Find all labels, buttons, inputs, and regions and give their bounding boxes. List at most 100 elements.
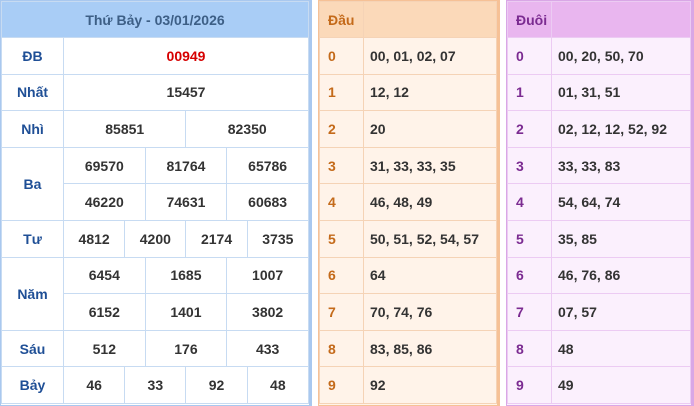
prize-row-db: ĐB 00949 [1,37,309,75]
head-digit-values: 83, 85, 86 [363,329,497,368]
tail-digit-row: 4 54, 64, 74 [507,183,691,221]
head-digit-row: 8 83, 85, 86 [319,329,497,368]
head-digit-row: 2 20 [319,110,497,148]
head-digit-digit: 3 [319,146,364,185]
prize-value-bay: 48 [246,366,310,404]
tail-digit-values: 46, 76, 86 [551,256,691,295]
prize-value-nam: 6454 [63,256,146,295]
prize-value-ba: 65786 [226,146,309,185]
tail-digit-digit: 6 [507,256,552,295]
prize-label-nam: Năm [1,256,64,331]
prize-value-bay: 92 [185,366,248,404]
prize-value-ba: 74631 [144,183,228,221]
prize-value-nam: 6152 [63,293,146,331]
prize-value-ba: 81764 [144,146,228,185]
prize-value-nhi: 85851 [62,110,187,148]
prize-row-nhi: Nhì 85851 82350 [1,110,309,148]
prize-value-nam: 1401 [144,293,228,331]
head-digit-values: 50, 51, 52, 54, 57 [363,219,497,258]
tail-digit-digit: 9 [507,366,552,404]
tail-digit-row: 0 00, 20, 50, 70 [507,37,691,75]
head-digit-row: 9 92 [319,366,497,404]
tail-digit-values: 01, 31, 51 [551,73,691,112]
prize-label-nhat: Nhất [1,73,64,112]
tail-digit-values: 35, 85 [551,219,691,258]
tail-digit-row: 1 01, 31, 51 [507,73,691,112]
tail-digit-values: 07, 57 [551,293,691,331]
head-digit-row: 1 12, 12 [319,73,497,112]
head-digit-digit: 5 [319,219,364,258]
prize-row-tu: Tư 4812 4200 2174 3735 [1,219,310,258]
prize-value-nam: 3802 [226,293,309,331]
tail-digit-digit: 0 [507,37,552,75]
tail-digit-digit: 2 [507,110,552,148]
head-digit-header-label: Đầu [319,1,364,38]
prize-value-tu: 2174 [185,219,248,258]
head-digit-values: 46, 48, 49 [363,183,497,221]
tail-digit-digit: 4 [507,183,552,221]
head-digit-digit: 2 [319,110,364,148]
head-digit-digit: 4 [319,183,364,221]
tail-digit-header-spacer [551,1,691,38]
tail-digit-row: 8 48 [507,329,691,368]
head-digit-header: Đầu [319,1,497,38]
head-digit-digit: 0 [319,37,364,75]
head-digit-values: 64 [363,256,497,295]
tail-digit-row: 9 49 [507,366,691,404]
prize-value-tu: 4200 [124,219,187,258]
tail-digit-digit: 5 [507,219,552,258]
head-digit-values: 31, 33, 33, 35 [363,146,497,185]
results-date-title: Thứ Bảy - 03/01/2026 [1,1,309,38]
tail-digit-values: 48 [551,329,691,368]
tail-digit-table: Đuôi 0 00, 20, 50, 70 1 01, 31, 51 2 02, 12, … [506,0,694,406]
tail-digit-row: 6 46, 76, 86 [507,256,691,295]
head-digit-row: 0 00, 01, 02, 07 [319,37,497,75]
head-digit-digit: 9 [319,366,364,404]
head-digit-values: 92 [363,366,497,404]
tail-digit-digit: 1 [507,73,552,112]
prize-value-sau: 512 [63,329,146,368]
tail-digit-digit: 3 [507,146,552,185]
prize-value-nhi: 82350 [185,110,309,148]
head-digit-values: 20 [363,110,497,148]
tail-digit-values: 00, 20, 50, 70 [551,37,691,75]
head-digit-row: 6 64 [319,256,497,295]
prize-value-sau: 176 [144,329,228,368]
prize-value-nam: 1685 [144,256,228,295]
prize-value-ba: 60683 [226,183,309,221]
tail-digit-row: 5 35, 85 [507,219,691,258]
tail-digit-values: 02, 12, 12, 52, 92 [551,110,691,148]
head-digit-header-spacer [363,1,497,38]
head-digit-row: 3 31, 33, 33, 35 [319,146,497,185]
prize-value-db: 00949 [63,37,309,75]
tail-digit-header-label: Đuôi [507,1,552,38]
head-digit-table: Đầu 0 00, 01, 02, 07 1 12, 12 2 20 3 31, 33, 33… [318,0,500,406]
tail-digit-row: 7 07, 57 [507,293,691,331]
prize-label-nhi: Nhì [1,110,64,148]
prize-value-tu: 4812 [62,219,126,258]
prize-value-tu: 3735 [246,219,310,258]
prize-label-tu: Tư [1,219,64,258]
head-digit-values: 12, 12 [363,73,497,112]
prize-value-nhat: 15457 [63,73,309,112]
head-digit-row: 5 50, 51, 52, 54, 57 [319,219,497,258]
prize-value-bay: 33 [124,366,187,404]
prize-row-sau: Sáu 512 176 433 [1,329,309,368]
head-digit-digit: 6 [319,256,364,295]
prize-value-ba: 69570 [63,146,146,185]
tail-digit-row: 2 02, 12, 12, 52, 92 [507,110,691,148]
tail-digit-digit: 7 [507,293,552,331]
prize-value-nam: 1007 [226,256,309,295]
head-digit-values: 70, 74, 76 [363,293,497,331]
head-digit-digit: 8 [319,329,364,368]
head-digit-row: 4 46, 48, 49 [319,183,497,221]
prize-row-ba: Ba 69570 81764 65786 [1,146,309,221]
tail-digit-row: 3 33, 33, 83 [507,146,691,185]
prize-value-bay: 46 [62,366,126,404]
head-digit-digit: 1 [319,73,364,112]
tail-digit-values: 54, 64, 74 [551,183,691,221]
prize-value-sau: 433 [226,329,309,368]
tail-digit-values: 33, 33, 83 [551,146,691,185]
lottery-results-table: Thứ Bảy - 03/01/2026 ĐB 00949 Nhất 15457… [0,0,312,406]
prize-row-nam: Năm 6454 1685 1007 [1,256,309,331]
